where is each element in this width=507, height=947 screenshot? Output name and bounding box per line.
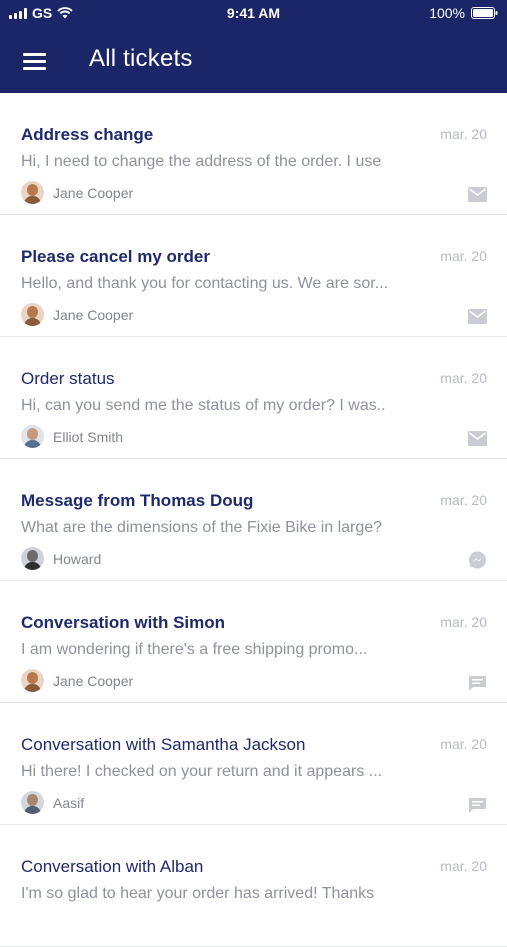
ticket-title: Order status bbox=[21, 369, 115, 388]
mail-icon bbox=[468, 431, 487, 446]
battery-percent: 100% bbox=[429, 5, 465, 21]
author-name: Elliot Smith bbox=[53, 428, 124, 445]
avatar bbox=[21, 425, 44, 448]
ticket-row[interactable]: Conversation with Samantha Jackson mar. … bbox=[0, 703, 507, 825]
ticket-author: Jane Cooper bbox=[21, 303, 133, 326]
ticket-date: mar. 20 bbox=[440, 614, 487, 630]
chat-icon bbox=[469, 676, 486, 691]
avatar bbox=[21, 669, 44, 692]
menu-icon[interactable] bbox=[22, 50, 48, 72]
ticket-date: mar. 20 bbox=[440, 858, 487, 874]
page-title: All tickets bbox=[89, 45, 193, 72]
ticket-preview: What are the dimensions of the Fixie Bik… bbox=[21, 519, 383, 536]
ticket-row[interactable]: Conversation with Alban mar. 20 I'm so g… bbox=[0, 825, 507, 947]
ticket-author: Howard bbox=[21, 547, 101, 570]
ticket-author: Aasif bbox=[21, 791, 84, 814]
avatar bbox=[21, 303, 44, 326]
ticket-title: Conversation with Samantha Jackson bbox=[21, 735, 306, 754]
author-name: Jane Cooper bbox=[53, 184, 134, 201]
ticket-date: mar. 20 bbox=[440, 126, 487, 142]
ticket-row[interactable]: Address change mar. 20 Hi, I need to cha… bbox=[0, 93, 507, 215]
ticket-row[interactable]: Please cancel my order mar. 20 Hello, an… bbox=[0, 215, 507, 337]
ticket-row[interactable]: Conversation with Simon mar. 20 I am won… bbox=[0, 581, 507, 703]
ticket-author: Jane Cooper bbox=[21, 669, 133, 692]
avatar bbox=[21, 791, 44, 814]
ticket-title: Conversation with Simon bbox=[21, 613, 226, 632]
ticket-date: mar. 20 bbox=[440, 370, 487, 386]
ticket-preview: I am wondering if there's a free shippin… bbox=[21, 641, 368, 658]
author-name: Howard bbox=[53, 550, 102, 567]
messenger-icon bbox=[469, 551, 486, 569]
ticket-title: Address change bbox=[21, 125, 154, 144]
ticket-title: Conversation with Alban bbox=[21, 857, 204, 876]
top-app-bar: All tickets bbox=[0, 28, 507, 93]
ticket-row[interactable]: Order status mar. 20 Hi, can you send me… bbox=[0, 337, 507, 459]
ticket-title: Please cancel my order bbox=[21, 247, 211, 266]
ticket-preview: Hi, can you send me the status of my ord… bbox=[21, 397, 386, 414]
ticket-preview: Hi, I need to change the address of the … bbox=[21, 153, 382, 170]
ticket-date: mar. 20 bbox=[440, 492, 487, 508]
avatar bbox=[21, 181, 44, 204]
status-right: 100% bbox=[429, 5, 498, 21]
ticket-row[interactable]: Message from Thomas Doug mar. 20 What ar… bbox=[0, 459, 507, 581]
ticket-author: Jane Cooper bbox=[21, 181, 133, 204]
avatar bbox=[21, 547, 44, 570]
app-header: GS 9:41 AM 100% All tickets bbox=[0, 0, 507, 93]
chat-icon bbox=[469, 798, 486, 813]
author-name: Aasif bbox=[53, 794, 85, 811]
status-bar: GS 9:41 AM 100% bbox=[0, 0, 507, 28]
mail-icon bbox=[468, 187, 487, 202]
author-name: Jane Cooper bbox=[53, 306, 134, 323]
ticket-date: mar. 20 bbox=[440, 248, 487, 264]
mail-icon bbox=[468, 309, 487, 324]
battery-icon bbox=[471, 7, 498, 19]
ticket-title: Message from Thomas Doug bbox=[21, 491, 254, 510]
ticket-preview: Hi there! I checked on your return and i… bbox=[21, 763, 383, 780]
ticket-date: mar. 20 bbox=[440, 736, 487, 752]
ticket-author: Elliot Smith bbox=[21, 425, 123, 448]
ticket-preview: I'm so glad to hear your order has arriv… bbox=[21, 885, 375, 902]
ticket-list: Address change mar. 20 Hi, I need to cha… bbox=[0, 93, 507, 947]
ticket-preview: Hello, and thank you for contacting us. … bbox=[21, 275, 389, 292]
author-name: Jane Cooper bbox=[53, 672, 134, 689]
